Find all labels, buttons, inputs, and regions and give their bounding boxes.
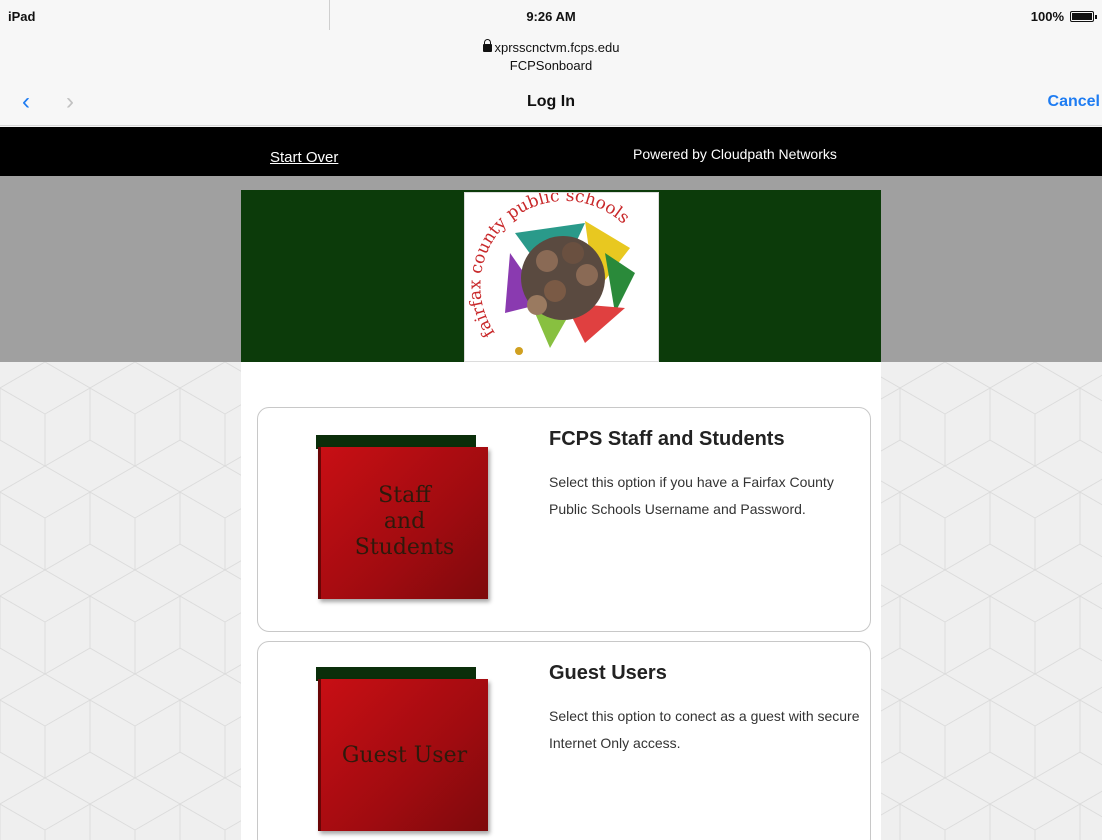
option-title[interactable]: FCPS Staff and Students [549,428,785,451]
staff-students-binder-icon[interactable]: Staff and Students [316,435,490,600]
login-panel: fairfax county public schools Staff and … [241,186,881,840]
guest-user-option[interactable]: Guest User Guest Users Select this optio… [257,641,871,840]
binder-cover: Staff and Students [318,447,488,599]
binder-label-line: Staff [378,483,431,508]
clock: 9:26 AM [526,9,576,24]
option-title[interactable]: Guest Users [549,662,667,685]
binder-label-line: Students [354,535,455,560]
battery-icon [1070,11,1097,22]
binder-label-line: and [383,509,426,534]
binder-label-line: Guest User [341,743,468,768]
page-title: Log In [527,93,575,110]
navigation-bar: ‹ › Log In Cancel [0,76,1102,126]
logo-banner: fairfax county public schools [241,186,881,362]
fcps-logo-icon: fairfax county public schools [464,186,659,362]
start-over-link[interactable]: Start Over [270,149,338,166]
lock-icon [482,39,492,52]
url-host: xprsscnctvm.fcps.edu [0,39,1102,55]
address-bar[interactable]: xprsscnctvm.fcps.edu FCPSonboard [0,32,1102,76]
powered-by-text: Powered by Cloudpath Networks [633,146,837,162]
portal-header: Start Over Powered by Cloudpath Networks [0,127,1102,176]
status-bar: iPad 9:26 AM 100% [0,0,1102,32]
option-description: Select this option to conect as a guest … [549,708,860,751]
battery-percent: 100% [1030,9,1064,24]
site-name: FCPSonboard [509,58,593,73]
binder-cover: Guest User [318,679,488,831]
guest-user-binder-icon[interactable]: Guest User [316,667,490,832]
option-description: Select this option if you have a Fairfax… [549,474,834,517]
cancel-button[interactable]: Cancel [1048,93,1100,111]
url-host-text: xprsscnctvm.fcps.edu [494,40,620,55]
staff-students-option[interactable]: Staff and Students FCPS Staff and Studen… [257,407,871,632]
